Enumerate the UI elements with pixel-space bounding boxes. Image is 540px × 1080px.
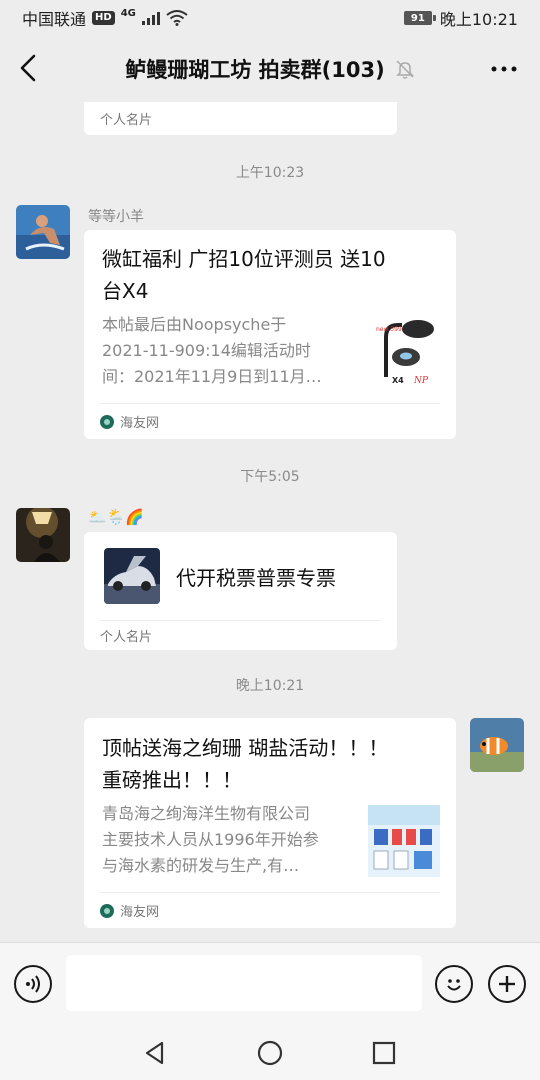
chat-area[interactable]: 个人名片 上午10:23 等等小羊 微缸福利 广招10位评测员 送10 台X4 …	[0, 102, 540, 942]
plus-button[interactable]	[488, 965, 526, 1003]
chat-title[interactable]: 鲈鳗珊瑚工坊 拍卖群(103)	[125, 54, 384, 84]
card-type-label: 个人名片	[100, 113, 153, 128]
contact-card[interactable]: 代开税票普票专票 个人名片	[84, 532, 397, 650]
avatar[interactable]	[16, 205, 70, 259]
nav-home-icon	[257, 1040, 283, 1066]
link-description: 青岛海之绚海洋生物有限公司 主要技术人员从1996年开始参 与海水素的研发与生产…	[102, 801, 362, 879]
message-input[interactable]	[66, 955, 422, 1011]
plus-icon	[499, 976, 515, 992]
contact-avatar	[104, 548, 160, 604]
back-chevron-icon	[20, 54, 36, 82]
chat-header: 鲈鳗珊瑚工坊 拍卖群(103)	[0, 36, 540, 102]
nav-back-icon	[145, 1041, 164, 1065]
partial-contact-card[interactable]: 个人名片	[84, 102, 397, 135]
link-card[interactable]: 微缸福利 广招10位评测员 送10 台X4 本帖最后由Noopsyche于 20…	[84, 230, 456, 439]
source-name: 海友网	[120, 905, 160, 920]
nav-home-button[interactable]	[253, 1036, 287, 1070]
voice-icon	[26, 975, 40, 993]
status-right: 91 晚上10:21	[403, 6, 518, 30]
link-title-line: 顶帖送海之绚珊 瑚盐活动！！！	[102, 736, 389, 760]
link-desc-line: 主要技术人员从1996年开始参	[102, 830, 319, 849]
link-thumbnail	[368, 805, 440, 877]
source-logo-icon	[100, 903, 114, 918]
timestamp: 下午5:05	[240, 469, 300, 485]
timestamp: 上午10:23	[235, 165, 305, 181]
emoji-icon	[447, 979, 461, 991]
battery-icon: 91	[403, 11, 436, 25]
link-description: 本帖最后由Noopsyche于 2021-11-909:14编辑活动时 间：20…	[102, 312, 362, 390]
more-dots-icon	[491, 66, 517, 72]
title-wrap: 鲈鳗珊瑚工坊 拍卖群(103)	[60, 36, 480, 102]
link-desc-line: 本帖最后由Noopsyche于	[102, 315, 287, 334]
svg-text:NP: NP	[413, 376, 429, 386]
status-left: 中国联通 HD 4G	[22, 6, 188, 30]
nav-recents-icon	[372, 1041, 396, 1065]
link-title-line: 微缸福利 广招10位评测员 送10	[102, 247, 386, 271]
link-desc-line: 间：2021年11月9日到11月…	[102, 367, 322, 386]
network-type: 4G	[120, 7, 136, 19]
wifi-icon	[166, 10, 188, 26]
card-footer: 个人名片	[100, 620, 381, 650]
link-card[interactable]: 顶帖送海之绚珊 瑚盐活动！！！ 重磅推出！！！ 青岛海之绚海洋生物有限公司 主要…	[84, 718, 456, 928]
contact-name: 代开税票普票专票	[176, 566, 336, 590]
nav-recents-button[interactable]	[367, 1036, 401, 1070]
link-desc-line: 2021-11-909:14编辑活动时	[102, 341, 311, 360]
source-logo-icon	[100, 414, 114, 429]
input-bar	[0, 942, 540, 1026]
system-nav-bar	[0, 1026, 540, 1080]
card-footer: 海友网	[100, 403, 440, 439]
card-type-label: 个人名片	[100, 630, 153, 645]
card-footer: 海友网	[100, 892, 440, 928]
link-title-line: 重磅推出！！！	[102, 768, 242, 792]
bell-muted-icon	[395, 60, 414, 79]
sender-name: 等等小羊	[88, 209, 144, 225]
status-bar: 中国联通 HD 4G 91 晚上10:21	[0, 0, 540, 36]
signal-icon	[141, 11, 160, 25]
link-title: 顶帖送海之绚珊 瑚盐活动！！！ 重磅推出！！！	[102, 732, 442, 796]
card-footer: 个人名片	[100, 102, 381, 135]
nav-back-button[interactable]	[138, 1036, 172, 1070]
link-desc-line: 与海水素的研发与生产,有…	[102, 856, 300, 875]
avatar[interactable]	[16, 508, 70, 562]
link-title: 微缸福利 广招10位评测员 送10 台X4	[102, 243, 442, 307]
source-name: 海友网	[120, 416, 160, 431]
link-desc-line: 青岛海之绚海洋生物有限公司	[102, 804, 311, 823]
back-button[interactable]	[12, 52, 44, 84]
link-thumbnail: new 399 X4 NP	[372, 315, 438, 387]
carrier-label: 中国联通	[22, 10, 87, 29]
voice-button[interactable]	[14, 965, 52, 1003]
timestamp: 晚上10:21	[235, 678, 305, 694]
emoji-button[interactable]	[435, 965, 473, 1003]
more-button[interactable]	[486, 54, 522, 84]
hd-badge: HD	[92, 11, 115, 25]
status-time: 晚上10:21	[439, 10, 518, 29]
self-avatar[interactable]	[470, 718, 524, 772]
svg-text:X4: X4	[392, 376, 404, 385]
sender-name: 🌥️🌦️🌈	[88, 508, 145, 526]
link-title-line: 台X4	[102, 279, 149, 303]
svg-text:new 399: new 399	[376, 326, 402, 333]
